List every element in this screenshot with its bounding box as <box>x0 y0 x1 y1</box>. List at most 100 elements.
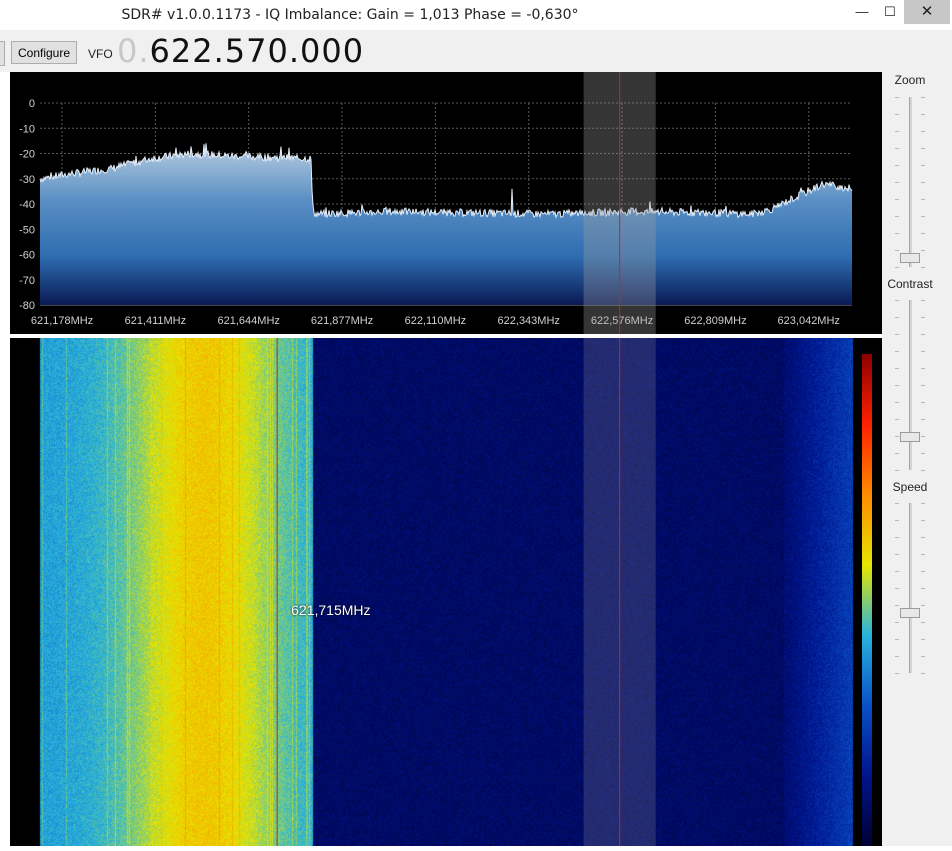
slider-tick <box>921 588 925 589</box>
zoom-label: Zoom <box>894 73 926 87</box>
maximize-icon: ☐ <box>884 4 896 19</box>
spectrum-fill <box>40 143 852 305</box>
slider-tick <box>895 317 899 318</box>
slider-thumb[interactable] <box>900 432 920 442</box>
slider-tick <box>921 199 925 200</box>
slider-tick <box>921 656 925 657</box>
slider-tick <box>895 419 899 420</box>
slider-tick <box>921 250 925 251</box>
slider-track <box>909 503 912 673</box>
slider-tick <box>921 470 925 471</box>
toolbar: Configure VFO 0.622.570.000 <box>0 30 952 72</box>
y-tick-label: -30 <box>19 174 35 186</box>
slider-tick <box>921 182 925 183</box>
slider-tick <box>895 385 899 386</box>
slider-tick <box>921 453 925 454</box>
slider-tick <box>921 114 925 115</box>
x-tick-label: 622,809MHz <box>684 315 746 327</box>
minimize-icon: — <box>855 4 869 19</box>
slider-tick <box>895 537 899 538</box>
slider-tick <box>921 385 925 386</box>
vfo-label: VFO <box>88 47 113 61</box>
slider-tick <box>895 131 899 132</box>
slider-tick <box>921 216 925 217</box>
slider-tick <box>895 182 899 183</box>
slider-tick <box>921 148 925 149</box>
window-title: SDR# v1.0.0.1173 - IQ Imbalance: Gain = … <box>121 7 579 23</box>
slider-tick <box>895 114 899 115</box>
slider-track <box>909 300 912 470</box>
y-tick-label: 0 <box>29 98 35 110</box>
slider-tick <box>921 402 925 403</box>
zoom-slider[interactable] <box>882 97 938 268</box>
vfo-frequency-display[interactable]: 0.622.570.000 <box>117 32 364 70</box>
waterfall-hover-frequency: 621,715MHz <box>291 602 371 618</box>
speed-slider[interactable] <box>882 503 938 674</box>
y-tick-label: -60 <box>19 250 35 262</box>
x-tick-label: 621,877MHz <box>311 315 373 327</box>
slider-tick <box>921 131 925 132</box>
waterfall-overlay <box>276 338 872 846</box>
slider-thumb[interactable] <box>900 607 920 618</box>
slider-tick <box>895 148 899 149</box>
slider-tick <box>895 588 899 589</box>
waterfall-display[interactable]: 621,715MHz <box>10 338 882 846</box>
spectrum-analyzer[interactable]: 0 -10 -20 -30 -40 -50 -60 -70 -80 621,178MHz 621,4… <box>10 72 882 334</box>
slider-track <box>909 97 912 267</box>
slider-tick <box>921 419 925 420</box>
spectrum-plot: 0 -10 -20 -30 -40 -50 -60 -70 -80 621,178MHz 621,4… <box>19 72 853 334</box>
slider-tick <box>895 216 899 217</box>
slider-tick <box>895 267 899 268</box>
slider-tick <box>921 571 925 572</box>
close-icon: ✕ <box>920 3 934 20</box>
contrast-label: Contrast <box>887 277 933 291</box>
close-button[interactable]: ✕ <box>904 0 950 24</box>
x-tick-label: 621,178MHz <box>31 315 93 327</box>
slider-tick <box>895 554 899 555</box>
title-bar: SDR# v1.0.0.1173 - IQ Imbalance: Gain = … <box>0 0 952 30</box>
slider-tick <box>921 554 925 555</box>
x-tick-label: 622,110MHz <box>405 315 467 327</box>
slider-tick <box>921 267 925 268</box>
slider-tick <box>895 351 899 352</box>
slider-tick <box>921 334 925 335</box>
y-tick-label: -80 <box>19 300 35 312</box>
y-tick-label: -40 <box>19 199 35 211</box>
slider-tick <box>921 503 925 504</box>
minimize-button[interactable]: — <box>848 0 876 24</box>
slider-tick <box>895 368 899 369</box>
slider-tick <box>895 622 899 623</box>
y-tick-label: -10 <box>19 123 35 135</box>
slider-tick <box>895 402 899 403</box>
x-tick-label: 621,644MHz <box>218 315 280 327</box>
slider-tick <box>895 639 899 640</box>
y-tick-label: -20 <box>19 149 35 161</box>
slider-tick <box>895 300 899 301</box>
slider-tick <box>921 165 925 166</box>
side-panel: Zoom Contrast Speed <box>882 72 952 846</box>
maximize-button[interactable]: ☐ <box>876 0 904 24</box>
slider-tick <box>921 520 925 521</box>
slider-tick <box>895 571 899 572</box>
y-tick-label: -50 <box>19 224 35 236</box>
slider-tick <box>921 537 925 538</box>
contrast-slider[interactable] <box>882 300 938 471</box>
slider-tick <box>921 436 925 437</box>
slider-tick <box>895 233 899 234</box>
slider-tick <box>895 453 899 454</box>
slider-tick <box>895 199 899 200</box>
slider-tick <box>921 368 925 369</box>
slider-tick <box>895 436 899 437</box>
slider-tick <box>895 605 899 606</box>
slider-thumb[interactable] <box>900 253 920 263</box>
slider-tick <box>921 622 925 623</box>
play-button[interactable] <box>0 41 5 66</box>
slider-tick <box>895 250 899 251</box>
slider-tick <box>895 470 899 471</box>
waterfall-color-scale <box>862 354 872 846</box>
y-tick-label: -70 <box>19 275 35 287</box>
configure-button[interactable]: Configure <box>11 41 77 64</box>
x-tick-label: 621,411MHz <box>125 315 187 327</box>
slider-tick <box>895 503 899 504</box>
slider-tick <box>921 300 925 301</box>
